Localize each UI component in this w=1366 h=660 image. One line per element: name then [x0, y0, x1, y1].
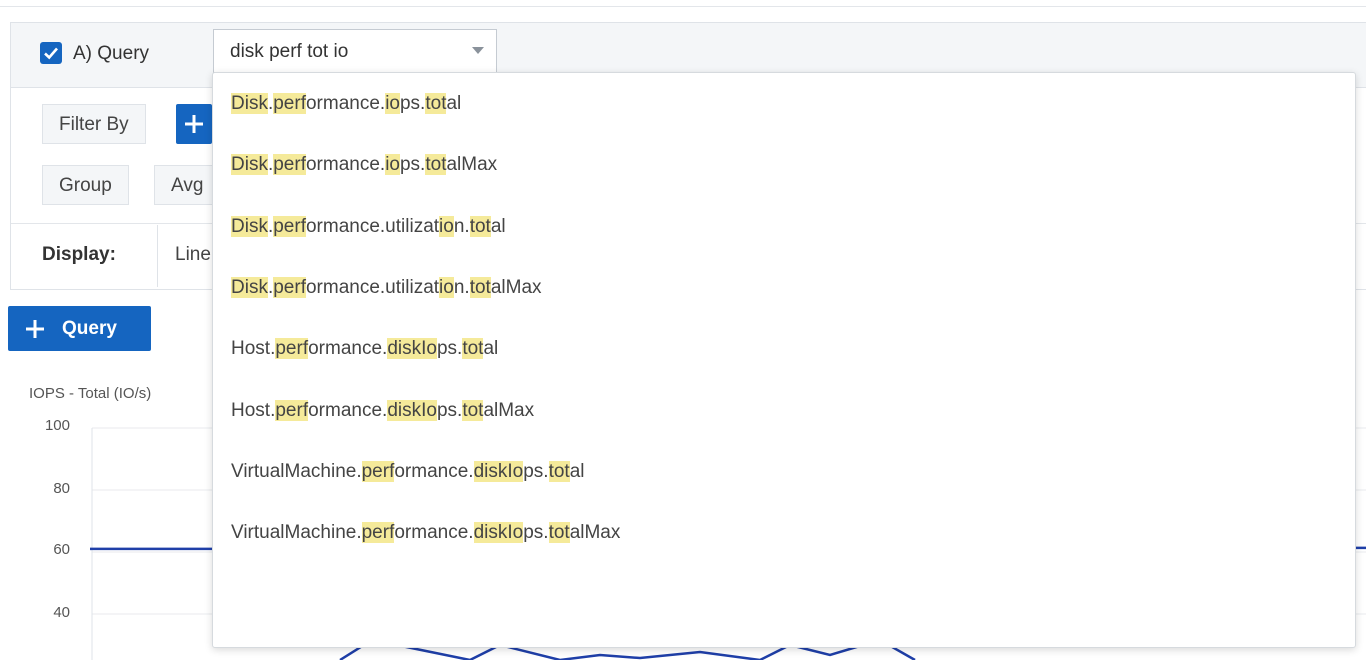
match-highlight: perf [361, 460, 395, 482]
match-highlight: diskIo [387, 338, 437, 360]
match-highlight: Disk [231, 215, 268, 237]
option-text: ps. [523, 460, 549, 482]
option-text: al [490, 215, 506, 237]
match-highlight: tot [469, 215, 491, 237]
metric-option[interactable]: Host.performance.diskIops.totalMax [231, 399, 535, 422]
option-text: ormance. [394, 460, 474, 482]
match-highlight: tot [548, 522, 570, 544]
metric-option[interactable]: VirtualMachine.performance.diskIops.tota… [231, 460, 585, 483]
match-highlight: diskIo [473, 522, 524, 544]
option-text: al [446, 93, 462, 114]
match-highlight: Disk [231, 93, 268, 114]
option-text: ps. [399, 93, 426, 114]
match-highlight: tot [469, 276, 491, 298]
metric-option[interactable]: Disk.performance.utilization.totalMax [231, 276, 542, 299]
option-text: ps. [399, 154, 426, 176]
match-highlight: diskIo [387, 399, 437, 421]
metric-option[interactable]: Disk.performance.iops.total [231, 93, 461, 115]
metric-option[interactable]: Disk.performance.utilization.total [231, 215, 506, 238]
match-highlight: perf [273, 215, 306, 237]
metric-option[interactable]: VirtualMachine.performance.diskIops.tota… [231, 522, 620, 544]
option-text: ormance. [305, 154, 386, 176]
option-text: al [483, 338, 499, 360]
option-text: VirtualMachine. [231, 522, 362, 544]
option-text: alMax [569, 522, 621, 544]
match-highlight: io [439, 276, 454, 298]
option-text: ormance. [308, 338, 388, 360]
match-highlight: diskIo [473, 460, 524, 482]
match-highlight: tot [425, 154, 447, 176]
option-text: al [569, 460, 585, 482]
option-text: ormance.utilizat [305, 276, 440, 298]
option-text: VirtualMachine. [231, 460, 362, 482]
match-highlight: Disk [231, 276, 268, 298]
match-highlight: tot [548, 460, 570, 482]
metric-option[interactable]: Host.performance.diskIops.total [231, 338, 498, 360]
match-highlight: io [439, 215, 454, 237]
metric-option[interactable]: Disk.performance.iops.totalMax [231, 154, 497, 176]
option-text: alMax [490, 276, 542, 298]
match-highlight: tot [462, 338, 484, 360]
metric-dropdown: Disk.performance.iops.total Disk.performa… [212, 72, 1356, 648]
match-highlight: perf [273, 154, 306, 176]
match-highlight: tot [462, 399, 484, 421]
option-text: ps. [436, 399, 463, 421]
option-text: n. [453, 276, 470, 298]
match-highlight: perf [275, 338, 309, 360]
option-text: Host. [231, 399, 276, 421]
match-highlight: perf [273, 93, 306, 114]
match-highlight: perf [361, 522, 395, 544]
match-highlight: perf [273, 276, 306, 298]
match-highlight: perf [275, 399, 309, 421]
match-highlight: io [385, 93, 400, 114]
match-highlight: tot [425, 93, 447, 114]
option-text: alMax [483, 399, 535, 421]
option-text: ormance. [308, 399, 388, 421]
option-text: ps. [523, 522, 549, 544]
option-text: ormance.utilizat [305, 215, 440, 237]
option-text: ormance. [305, 93, 386, 114]
option-text: ps. [436, 338, 463, 360]
option-text: alMax [446, 154, 498, 176]
match-highlight: io [385, 154, 400, 176]
option-text: ormance. [394, 522, 474, 544]
option-text: n. [453, 215, 470, 237]
match-highlight: Disk [231, 154, 268, 176]
option-text: Host. [231, 338, 276, 360]
